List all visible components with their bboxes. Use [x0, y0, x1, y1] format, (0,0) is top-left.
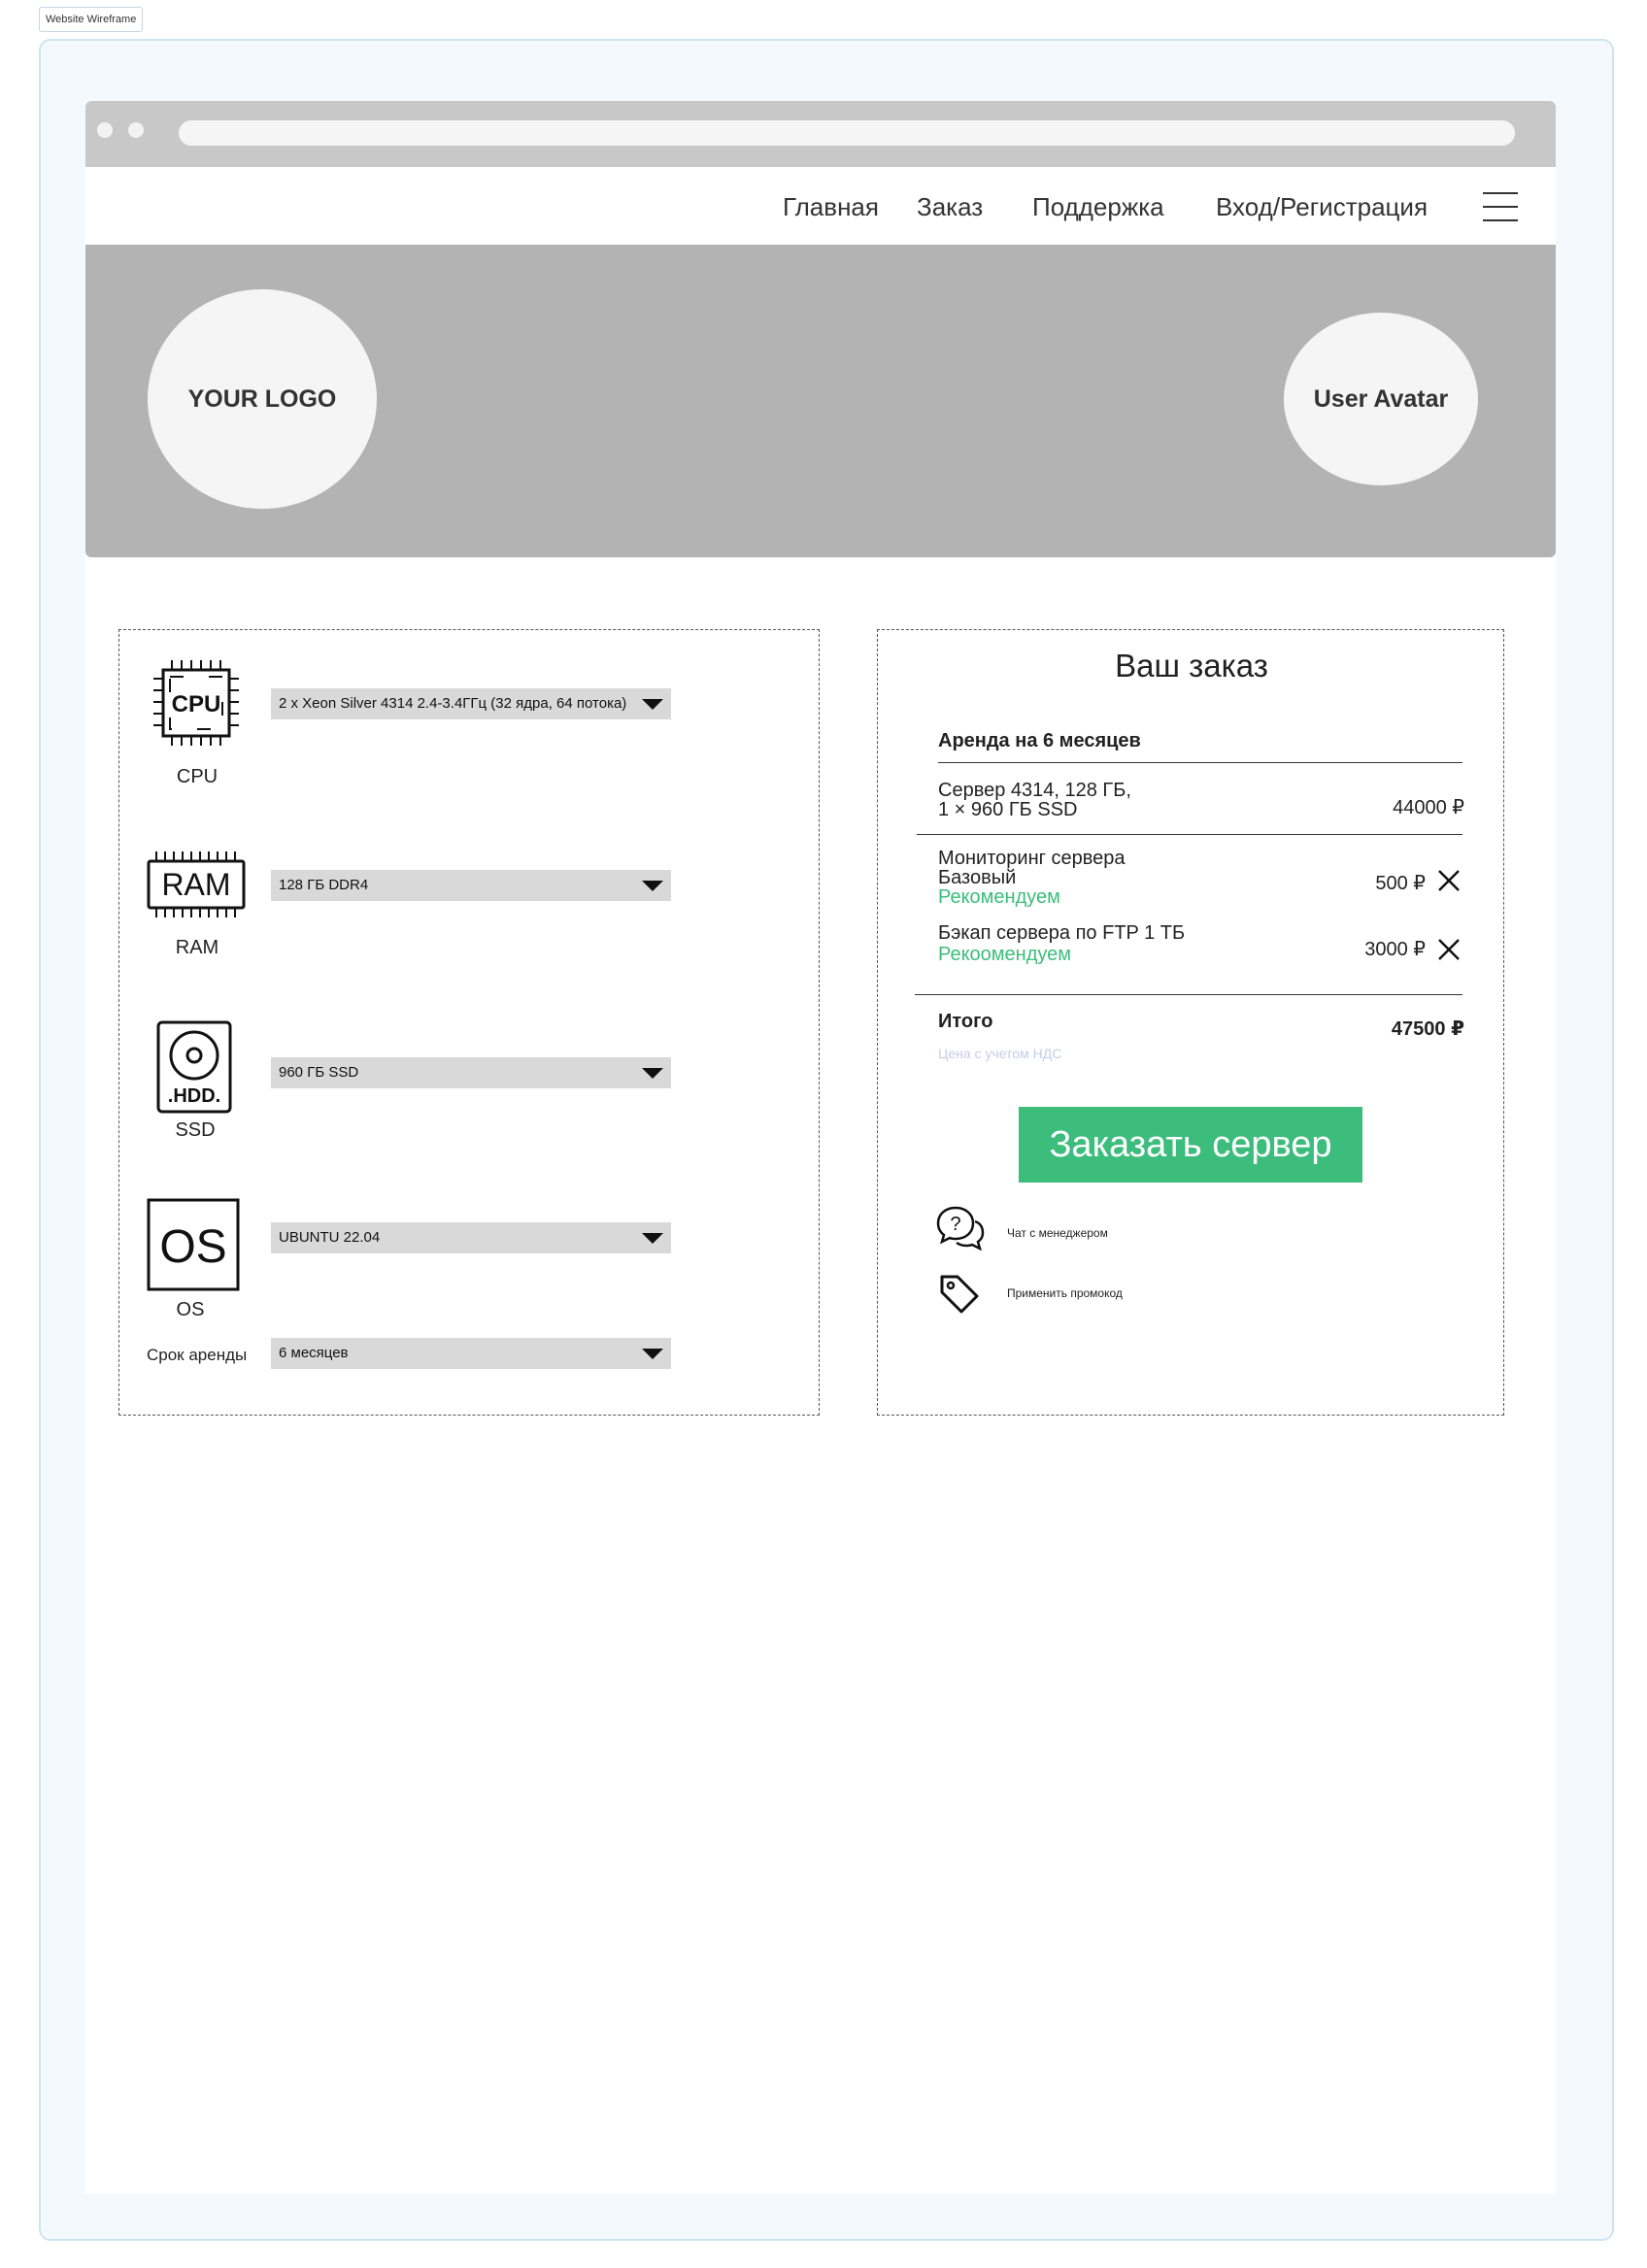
ram-select[interactable]: 128 ГБ DDR4 [271, 870, 671, 901]
svg-text:?: ? [950, 1214, 960, 1235]
window-dot-minimize[interactable] [128, 122, 144, 138]
ram-select-value: 128 ГБ DDR4 [279, 877, 369, 893]
order-server-button[interactable]: Заказать сервер [1019, 1107, 1362, 1183]
chevron-down-icon [642, 881, 663, 891]
server-price: 44000 ₽ [1393, 797, 1464, 818]
top-navigation: Главная Заказ Поддержка Вход/Регистрация [85, 167, 1556, 245]
order-title: Ваш заказ [1115, 648, 1268, 684]
divider [915, 994, 1462, 995]
rental-term-label: Срок аренды [147, 1346, 248, 1364]
ssd-label: SSD [175, 1119, 216, 1141]
hdd-icon: .HDD. [156, 1020, 232, 1114]
cpu-icon-text: CPU [172, 691, 221, 717]
os-label: OS [176, 1299, 205, 1320]
remove-backup-close-icon[interactable] [1436, 937, 1462, 962]
rent-period-text: Аренда на 6 месяцев [938, 730, 1141, 751]
website-page: Главная Заказ Поддержка Вход/Регистрация… [85, 101, 1556, 2194]
rental-term-select[interactable]: 6 месяцев [271, 1338, 671, 1369]
chevron-down-icon [642, 1068, 663, 1079]
divider [917, 834, 1462, 835]
address-bar[interactable] [179, 120, 1515, 146]
monitoring-recommended: Рекомендуем [938, 886, 1060, 908]
nav-link-order[interactable]: Заказ [917, 192, 983, 222]
os-icon: OS [147, 1198, 240, 1291]
backup-price: 3000 ₽ [1364, 939, 1426, 960]
ssd-select[interactable]: 960 ГБ SSD [271, 1057, 671, 1088]
remove-monitoring-close-icon[interactable] [1436, 868, 1462, 893]
chat-manager-link[interactable]: Чат с менеджером [1007, 1226, 1108, 1240]
nav-link-login[interactable]: Вход/Регистрация [1216, 192, 1428, 222]
server-line2: 1 × 960 ГБ SSD [938, 799, 1078, 820]
window-dot-close[interactable] [97, 122, 113, 138]
divider [938, 762, 1462, 763]
nav-link-support[interactable]: Поддержка [1032, 192, 1164, 222]
cpu-select[interactable]: 2 x Xeon Silver 4314 2.4-3.4ГГц (32 ядра… [271, 688, 671, 719]
promo-tag-icon[interactable] [938, 1273, 981, 1316]
frame-label: Website Wireframe [39, 7, 144, 32]
browser-chrome [85, 101, 1556, 167]
order-summary-panel: Ваш заказ Аренда на 6 месяцев Сервер 431… [877, 629, 1504, 1416]
vat-note: Цена с учетом НДС [938, 1046, 1062, 1061]
site-logo[interactable]: YOUR LOGO [148, 289, 377, 509]
ssd-select-value: 960 ГБ SSD [279, 1064, 359, 1081]
backup-line1: Бэкап сервера по FTP 1 ТБ [938, 922, 1186, 944]
cpu-label: CPU [176, 766, 218, 787]
cpu-select-value: 2 x Xeon Silver 4314 2.4-3.4ГГц (32 ядра… [279, 695, 627, 712]
hamburger-menu-icon[interactable] [1483, 192, 1518, 221]
hero-banner: YOUR LOGO User Avatar [85, 245, 1556, 557]
nav-link-home[interactable]: Главная [783, 192, 879, 222]
server-config-panel: CPU CPU 2 x Xeon Silver 4314 2.4-3.4ГГц … [118, 629, 820, 1416]
ram-icon: RAM [147, 851, 246, 917]
chevron-down-icon [642, 1349, 663, 1359]
hdd-icon-text: .HDD. [168, 1085, 220, 1107]
chat-question-icon[interactable]: ? [936, 1205, 985, 1253]
total-label: Итого [938, 1011, 993, 1032]
os-icon-text: OS [159, 1221, 226, 1273]
rental-term-value: 6 месяцев [279, 1345, 349, 1361]
os-select[interactable]: UBUNTU 22.04 [271, 1222, 671, 1253]
ram-icon-text: RAM [161, 867, 230, 902]
monitoring-line2: Базовый [938, 867, 1017, 888]
chevron-down-icon [642, 1233, 663, 1244]
total-price: 47500 ₽ [1391, 1018, 1464, 1040]
cpu-icon: CPU [153, 660, 239, 746]
ram-label: RAM [175, 937, 219, 958]
apply-promo-link[interactable]: Применить промокод [1007, 1286, 1123, 1300]
server-line1: Сервер 4314, 128 ГБ, [938, 780, 1131, 801]
monitoring-line1: Мониторинг сервера [938, 848, 1126, 869]
backup-recommended: Рекоомендуем [938, 944, 1072, 965]
os-select-value: UBUNTU 22.04 [279, 1229, 381, 1246]
chevron-down-icon [642, 699, 663, 710]
user-avatar[interactable]: User Avatar [1284, 313, 1478, 485]
monitoring-price: 500 ₽ [1375, 873, 1426, 894]
